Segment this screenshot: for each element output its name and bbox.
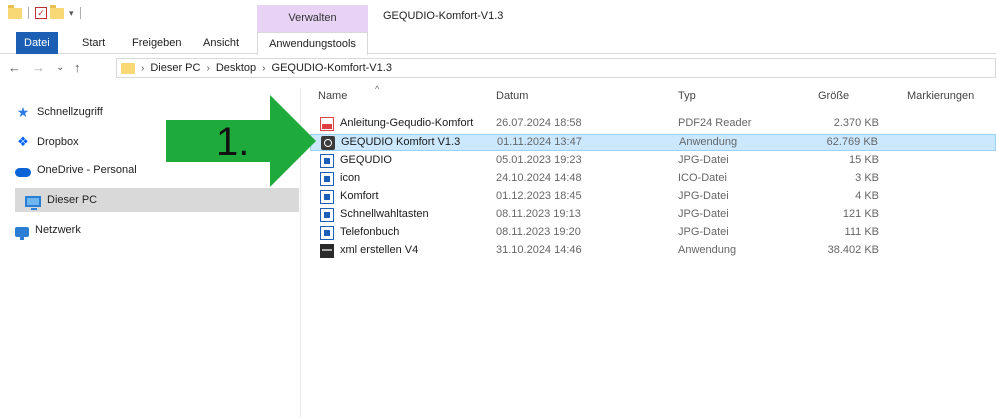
breadcrumb-current-folder[interactable]: GEQUDIO-Komfort-V1.3	[272, 62, 392, 74]
back-arrow-icon[interactable]: ←	[8, 60, 21, 75]
file-name: xml erstellen V4	[340, 244, 419, 256]
file-size: 3 KB	[855, 172, 879, 184]
file-date: 26.07.2024 18:58	[496, 117, 582, 129]
sidebar-item-label: OneDrive - Personal	[37, 164, 137, 176]
network-icon	[15, 226, 29, 240]
properties-icon[interactable]: ✓	[35, 7, 47, 19]
file-type: JPG-Datei	[678, 226, 729, 238]
image-icon	[320, 226, 334, 240]
file-type: Anwendung	[679, 136, 738, 148]
column-header-name[interactable]: Name	[318, 90, 347, 102]
image-icon	[320, 208, 334, 222]
file-row-icon[interactable]: icon 24.10.2024 14:48 ICO-Datei 3 KB	[310, 171, 996, 188]
cloud-icon	[15, 167, 31, 177]
sidebar-item-netzwerk[interactable]: Netzwerk	[15, 218, 81, 242]
pdf-icon	[320, 117, 334, 131]
image-icon	[320, 154, 334, 168]
tab-anwendungstools[interactable]: Anwendungstools	[257, 32, 368, 55]
file-name: Komfort	[340, 190, 379, 202]
chevron-right-icon[interactable]: ›	[262, 63, 265, 74]
file-date: 01.12.2023 18:45	[496, 190, 582, 202]
recent-dropdown-icon[interactable]: ⌄	[56, 62, 64, 73]
breadcrumb-desktop[interactable]: Desktop	[216, 62, 256, 74]
sidebar-item-label: Schnellzugriff	[37, 106, 103, 118]
annotation-step-label: 1.	[216, 120, 250, 164]
window-title: GEQUDIO-Komfort-V1.3	[383, 10, 504, 22]
tab-datei[interactable]: Datei	[16, 32, 58, 54]
forward-arrow-icon[interactable]: →	[32, 60, 45, 75]
sidebar-item-onedrive[interactable]: OneDrive - Personal	[15, 158, 137, 182]
tab-start[interactable]: Start	[74, 32, 113, 54]
tab-freigeben[interactable]: Freigeben	[124, 32, 190, 54]
file-name: Anleitung-Gequdio-Komfort	[340, 117, 474, 129]
file-row-gequdio[interactable]: GEQUDIO 05.01.2023 19:23 JPG-Datei 15 KB	[310, 153, 996, 170]
new-folder-icon[interactable]	[50, 4, 64, 19]
file-type: Anwendung	[678, 244, 737, 256]
address-input[interactable]: › Dieser PC › Desktop › GEQUDIO-Komfort-…	[116, 58, 996, 78]
file-name: icon	[340, 172, 361, 184]
file-size: 121 KB	[842, 208, 879, 220]
chevron-right-icon[interactable]: ›	[206, 63, 209, 74]
chevron-right-icon[interactable]: ›	[141, 63, 144, 74]
tab-ansicht[interactable]: Ansicht	[195, 32, 247, 54]
xml-app-icon	[320, 244, 334, 258]
file-date: 08.11.2023 19:20	[496, 226, 581, 238]
ribbon-tabs: Datei Start Freigeben Ansicht Anwendungs…	[0, 32, 996, 55]
file-size: 4 KB	[855, 190, 879, 202]
file-type: JPG-Datei	[678, 154, 729, 166]
column-header-tags[interactable]: Markierungen	[907, 90, 974, 102]
dropbox-icon: ❖	[17, 134, 29, 149]
file-size: 38.402 KB	[827, 244, 879, 256]
sidebar-item-dieser-pc[interactable]: Dieser PC	[15, 188, 299, 212]
file-type: ICO-Datei	[678, 172, 727, 184]
column-header-type[interactable]: Typ	[678, 90, 696, 102]
file-date: 31.10.2024 14:46	[496, 244, 582, 256]
folder-icon[interactable]	[8, 4, 22, 19]
file-name: GEQUDIO	[340, 154, 392, 166]
sidebar-item-schnellzugriff[interactable]: ★ Schnellzugriff	[15, 100, 103, 124]
file-date: 08.11.2023 19:13	[496, 208, 581, 220]
column-header-row: Name Datum Typ Größe Markierungen	[310, 88, 996, 110]
sidebar-item-label: Dropbox	[37, 136, 79, 148]
separator	[79, 7, 81, 19]
image-icon	[320, 172, 334, 186]
file-type: JPG-Datei	[678, 190, 729, 202]
file-size: 111 KB	[844, 226, 879, 238]
column-header-size[interactable]: Größe	[818, 90, 849, 102]
file-date: 24.10.2024 14:48	[496, 172, 582, 184]
computer-icon	[25, 195, 41, 210]
star-icon: ★	[16, 104, 30, 120]
file-row-telefonbuch[interactable]: Telefonbuch 08.11.2023 19:20 JPG-Datei 1…	[310, 225, 996, 242]
verwalten-context-tab[interactable]: Verwalten	[257, 5, 368, 32]
sidebar-item-dropbox[interactable]: ❖ Dropbox	[15, 130, 79, 154]
quick-access-toolbar: ✓ ▾	[8, 4, 84, 19]
file-date: 05.01.2023 19:23	[496, 154, 582, 166]
file-name: Schnellwahltasten	[340, 208, 429, 220]
file-row-anleitung[interactable]: Anleitung-Gequdio-Komfort 26.07.2024 18:…	[310, 116, 996, 133]
customize-dropdown-icon[interactable]: ▾	[69, 8, 74, 19]
app-icon	[321, 136, 335, 150]
breadcrumb-dieser-pc[interactable]: Dieser PC	[150, 62, 200, 74]
file-type: JPG-Datei	[678, 208, 729, 220]
file-row-gequdio-komfort-v13[interactable]: GEQUDIO Komfort V1.3 01.11.2024 13:47 An…	[310, 134, 996, 151]
separator	[28, 7, 29, 19]
image-icon	[320, 190, 334, 204]
file-size: 15 KB	[849, 154, 879, 166]
file-name: GEQUDIO Komfort V1.3	[341, 136, 461, 148]
file-size: 2.370 KB	[833, 117, 879, 129]
address-bar-row: ← → ⌄ ↑ › Dieser PC › Desktop › GEQUDIO-…	[0, 56, 996, 82]
file-size: 62.769 KB	[826, 136, 878, 148]
file-name: Telefonbuch	[340, 226, 400, 238]
file-row-xml-erstellen[interactable]: xml erstellen V4 31.10.2024 14:46 Anwend…	[310, 243, 996, 260]
file-row-schnellwahltasten[interactable]: Schnellwahltasten 08.11.2023 19:13 JPG-D…	[310, 207, 996, 224]
sidebar-item-label: Dieser PC	[47, 194, 98, 206]
folder-icon	[121, 62, 135, 74]
title-bar: ✓ ▾ Verwalten GEQUDIO-Komfort-V1.3	[0, 0, 996, 32]
file-type: PDF24 Reader	[678, 117, 752, 129]
file-row-komfort[interactable]: Komfort 01.12.2023 18:45 JPG-Datei 4 KB	[310, 189, 996, 206]
sidebar-item-label: Netzwerk	[35, 224, 81, 236]
file-date: 01.11.2024 13:47	[497, 136, 582, 148]
up-arrow-icon[interactable]: ↑	[74, 60, 81, 75]
column-header-date[interactable]: Datum	[496, 90, 528, 102]
